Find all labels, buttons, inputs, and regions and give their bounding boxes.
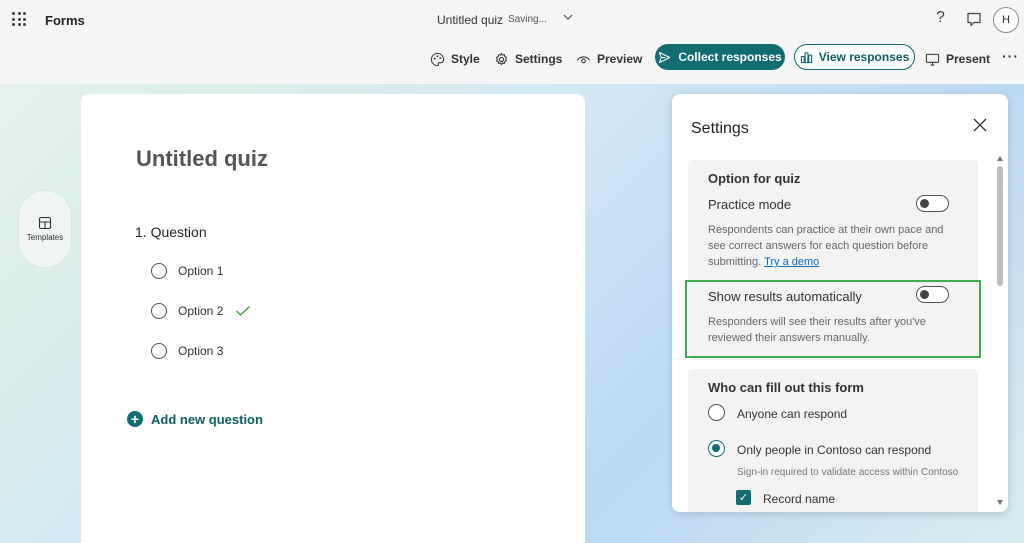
templates-button[interactable]: Templates	[19, 191, 71, 267]
present-label: Present	[946, 52, 991, 66]
who-can-fill-heading: Who can fill out this form	[708, 380, 864, 395]
close-icon[interactable]	[973, 118, 987, 132]
title-bar: Forms Untitled quiz Saving... ? H	[0, 0, 1024, 40]
top-bar: Forms Untitled quiz Saving... ? H Style …	[0, 0, 1024, 84]
preview-button[interactable]: Preview	[576, 50, 642, 68]
avatar[interactable]: H	[993, 7, 1019, 33]
document-title[interactable]: Untitled quiz	[437, 13, 503, 27]
save-status: Saving...	[508, 14, 547, 25]
option-label: Option 2	[178, 304, 224, 318]
gear-icon	[496, 52, 507, 65]
form-title[interactable]: Untitled quiz	[136, 146, 268, 172]
templates-icon	[38, 216, 52, 230]
record-name-label: Record name	[763, 492, 836, 506]
view-responses-label: View responses	[818, 50, 910, 64]
send-icon	[659, 51, 671, 63]
settings-panel-title: Settings	[691, 120, 749, 137]
collect-responses-button[interactable]: Collect responses	[655, 44, 785, 70]
add-new-question-button[interactable]: + Add new question	[127, 411, 263, 427]
highlight-box	[685, 280, 981, 358]
scroll-down-arrow-icon[interactable]	[997, 500, 1003, 505]
option-row[interactable]: Option 2	[151, 302, 251, 320]
option-label: Option 3	[178, 344, 224, 358]
present-button[interactable]: Present	[925, 50, 990, 68]
plus-icon: +	[127, 411, 143, 427]
record-name-checkbox[interactable]: ✓	[736, 490, 751, 505]
chevron-down-icon[interactable]	[562, 11, 574, 23]
contoso-only-radio[interactable]	[708, 440, 725, 457]
radio-button[interactable]	[151, 343, 167, 359]
practice-mode-label: Practice mode	[708, 197, 792, 212]
app-name[interactable]: Forms	[45, 13, 85, 28]
option-label: Option 1	[178, 264, 224, 278]
try-a-demo-link[interactable]: Try a demo	[764, 256, 819, 268]
preview-label: Preview	[597, 52, 643, 66]
anyone-radio[interactable]	[708, 404, 725, 421]
who-can-fill-section: Who can fill out this form Anyone can re…	[688, 369, 978, 512]
practice-mode-description-text: Respondents can practice at their own pa…	[708, 224, 944, 268]
radio-button[interactable]	[151, 263, 167, 279]
form-canvas: Untitled quiz 1. Question Option 1 Optio…	[81, 94, 585, 543]
settings-scrollbar[interactable]	[996, 156, 1004, 510]
templates-label: Templates	[26, 233, 64, 242]
quiz-options-heading: Option for quiz	[708, 171, 801, 186]
chart-icon	[800, 51, 812, 63]
question-title[interactable]: 1. Question	[135, 224, 207, 240]
eye-icon	[576, 55, 591, 63]
scrollbar-thumb[interactable]	[997, 166, 1003, 286]
contoso-only-label: Only people in Contoso can respond	[737, 443, 932, 457]
view-responses-button[interactable]: View responses	[794, 44, 915, 70]
feedback-icon[interactable]	[966, 11, 982, 27]
option-row[interactable]: Option 3	[151, 342, 223, 360]
option-row[interactable]: Option 1	[151, 262, 223, 280]
practice-mode-toggle[interactable]	[916, 195, 949, 212]
help-icon[interactable]: ?	[936, 9, 945, 27]
correct-answer-check-icon	[236, 306, 251, 316]
add-new-question-label: Add new question	[151, 411, 263, 427]
style-label: Style	[451, 52, 480, 66]
monitor-icon	[925, 53, 940, 66]
settings-button[interactable]: Settings	[494, 50, 562, 68]
scroll-up-arrow-icon[interactable]	[997, 156, 1003, 161]
settings-label: Settings	[515, 52, 563, 66]
collect-responses-label: Collect responses	[678, 50, 782, 64]
sign-in-note: Sign-in required to validate access with…	[737, 467, 959, 478]
palette-icon	[430, 52, 445, 66]
radio-button[interactable]	[151, 303, 167, 319]
practice-mode-description: Respondents can practice at their own pa…	[708, 222, 958, 270]
style-button[interactable]: Style	[430, 50, 480, 68]
app-launcher-icon[interactable]	[12, 12, 26, 26]
more-options-icon[interactable]: ···	[1002, 48, 1019, 64]
anyone-label: Anyone can respond	[737, 407, 848, 421]
